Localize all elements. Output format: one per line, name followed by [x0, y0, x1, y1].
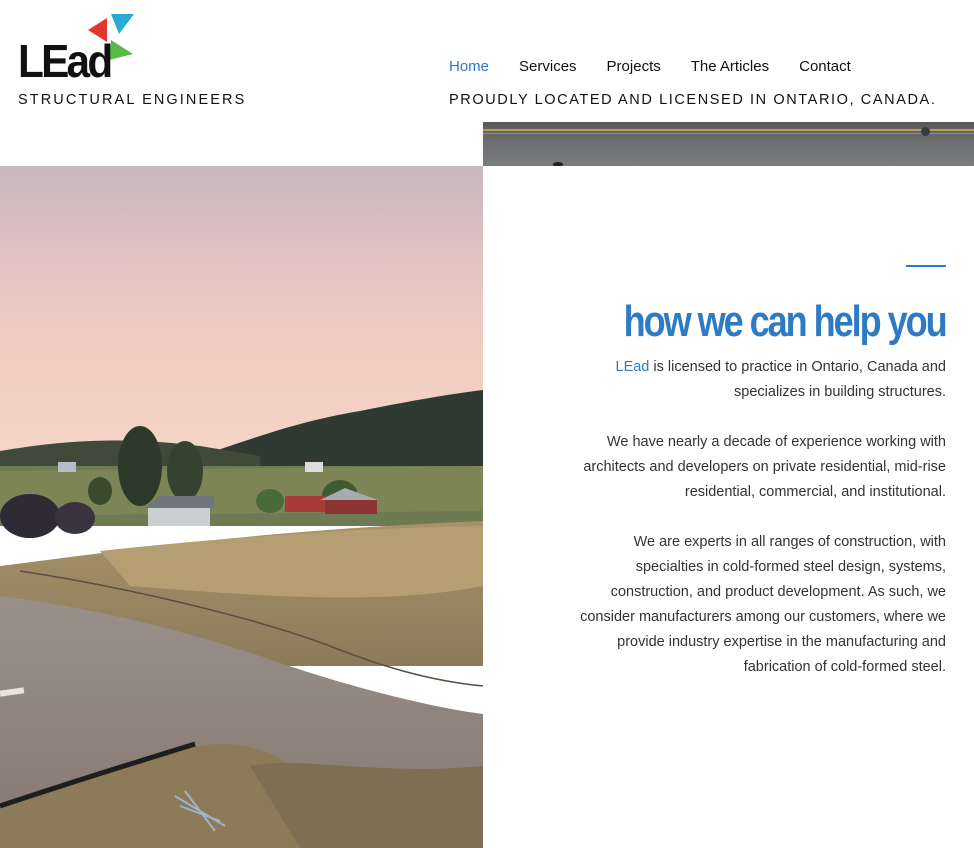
- nav-item-contact[interactable]: Contact: [799, 58, 851, 75]
- section-heading: how we can help you: [624, 297, 948, 346]
- nav-item-articles[interactable]: The Articles: [691, 58, 769, 75]
- nav-item-home[interactable]: Home: [449, 58, 489, 75]
- location-tagline: PROUDLY LOCATED AND LICENSED IN ONTARIO,…: [449, 92, 937, 108]
- experience-paragraph: We have nearly a decade of experience wo…: [583, 434, 946, 500]
- landscape-photo: [0, 166, 483, 848]
- road-image: [483, 122, 974, 166]
- nav-item-projects[interactable]: Projects: [607, 58, 661, 75]
- logo-tagline: STRUCTURAL ENGINEERS: [18, 92, 247, 108]
- intro-paragraph: LEad is licensed to practice in Ontario,…: [566, 355, 947, 405]
- nav-item-services[interactable]: Services: [519, 58, 577, 75]
- logo-wordmark: LEad: [18, 35, 113, 87]
- brand-link[interactable]: LEad: [616, 359, 650, 375]
- logo[interactable]: LEad STRUCTURAL ENGINEERS: [18, 8, 248, 118]
- accent-divider: [906, 265, 946, 267]
- expertise-paragraph: We are experts in all ranges of construc…: [580, 534, 946, 675]
- main-nav: Home Services Projects The Articles Cont…: [449, 58, 851, 75]
- intro-paragraph-text: is licensed to practice in Ontario, Cana…: [649, 359, 946, 400]
